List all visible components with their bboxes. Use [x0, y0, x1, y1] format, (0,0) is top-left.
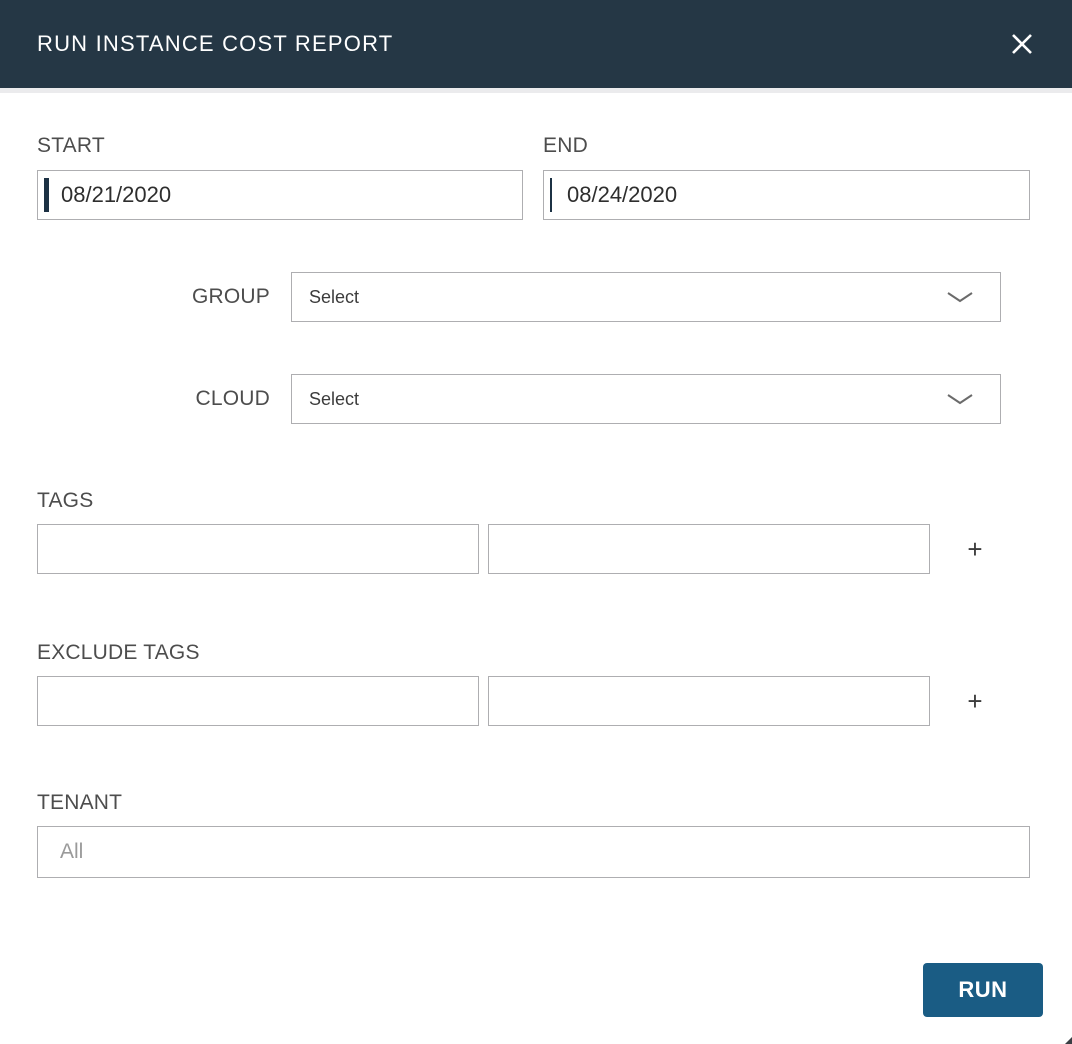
chevron-down-icon — [946, 393, 974, 405]
cloud-select[interactable]: Select — [291, 374, 1001, 424]
end-date-input[interactable] — [543, 170, 1030, 220]
exclude-tags-label: EXCLUDE TAGS — [37, 641, 200, 665]
cloud-select-value: Select — [309, 389, 359, 410]
start-date-input[interactable] — [37, 170, 523, 220]
tag-name-input[interactable] — [37, 524, 479, 574]
add-exclude-tag-button[interactable]: + — [953, 676, 997, 726]
exclude-tag-value-input[interactable] — [488, 676, 930, 726]
start-date-field — [37, 170, 523, 220]
close-button[interactable] — [1002, 24, 1042, 64]
header-divider — [0, 88, 1072, 93]
corner-resize-artifact — [1065, 1037, 1072, 1044]
start-label: START — [37, 134, 105, 158]
end-date-field — [543, 170, 1030, 220]
chevron-down-icon — [946, 291, 974, 303]
tenant-label: TENANT — [37, 791, 122, 815]
cloud-label: CLOUD — [0, 387, 270, 411]
tag-value-input[interactable] — [488, 524, 930, 574]
group-label: GROUP — [0, 285, 270, 309]
end-accent-bar — [550, 178, 552, 212]
group-select-value: Select — [309, 287, 359, 308]
group-select[interactable]: Select — [291, 272, 1001, 322]
start-accent-bar — [44, 178, 49, 212]
close-icon — [1008, 30, 1036, 58]
modal-title: RUN INSTANCE COST REPORT — [37, 31, 393, 57]
tags-label: TAGS — [37, 489, 93, 513]
tenant-input[interactable] — [37, 826, 1030, 878]
end-label: END — [543, 134, 588, 158]
exclude-tag-name-input[interactable] — [37, 676, 479, 726]
add-tag-button[interactable]: + — [953, 524, 997, 574]
modal-header: RUN INSTANCE COST REPORT — [0, 0, 1072, 88]
run-button[interactable]: RUN — [923, 963, 1043, 1017]
